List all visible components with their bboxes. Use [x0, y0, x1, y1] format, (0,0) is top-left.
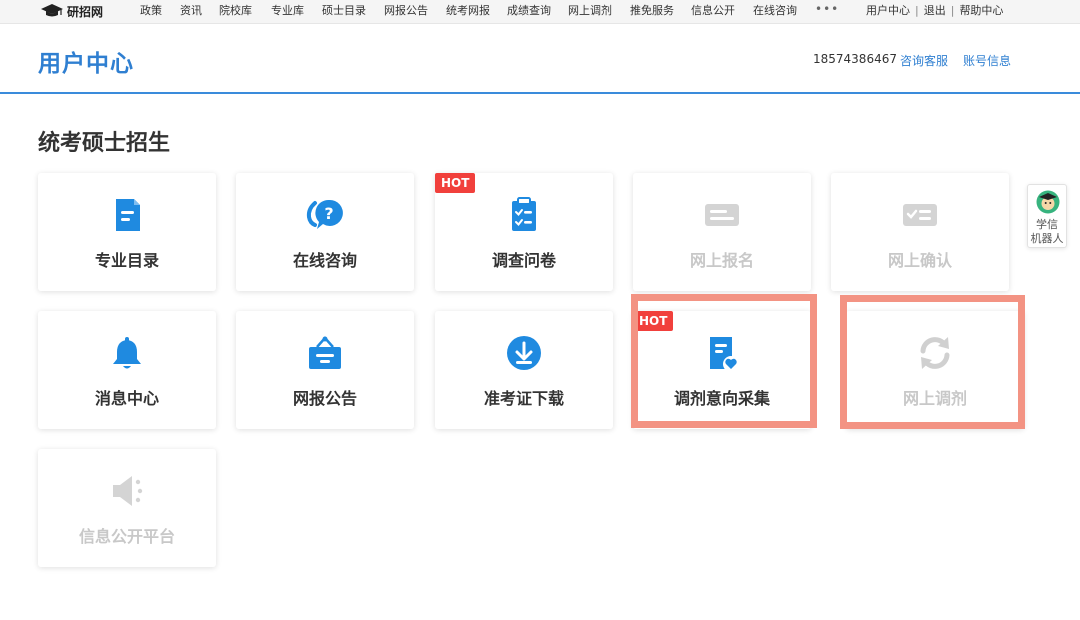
page-title: 用户中心	[38, 51, 134, 77]
hot-badge: HOT	[435, 173, 476, 193]
card-label: 网上确认	[887, 251, 952, 270]
nav-item-master-catalog[interactable]: 硕士目录	[322, 4, 366, 18]
nav-item-online-consult[interactable]: 在线咨询	[753, 4, 797, 18]
nav-item-score-query[interactable]: 成绩查询	[507, 4, 551, 18]
page-header: 用户中心 18574386467 咨询客服 账号信息	[0, 24, 1080, 94]
card-label: 信息公开平台	[78, 527, 175, 546]
card-online-consult[interactable]: ? 在线咨询	[236, 173, 414, 291]
card-label: 准考证下载	[483, 389, 564, 408]
clipboard-check-icon	[512, 197, 536, 231]
card-label: 专业目录	[94, 251, 159, 270]
graduation-cap-icon	[41, 4, 63, 17]
card-info-disclosure-platform[interactable]: 信息公开平台	[38, 449, 216, 567]
site-logo[interactable]: 研招网	[40, 2, 103, 20]
notice-board-icon	[309, 336, 341, 369]
top-navigation-bar: 研招网 政策 资讯 院校库 专业库 硕士目录 网报公告 统考网报 成绩查询 网上…	[0, 0, 1080, 24]
speaker-icon	[113, 476, 143, 506]
card-survey[interactable]: 调查问卷 HOT	[435, 173, 613, 291]
section-title: 统考硕士招生	[38, 131, 171, 156]
nav-item-schools[interactable]: 院校库	[219, 4, 252, 18]
hot-badge: HOT	[633, 311, 674, 331]
user-links: 用户中心 | 退出 | 帮助中心	[866, 4, 1003, 18]
card-icon	[705, 204, 739, 226]
bell-icon	[113, 337, 141, 369]
nav-item-majors[interactable]: 专业库	[271, 4, 304, 18]
card-check-icon	[903, 204, 937, 226]
separator: |	[950, 4, 955, 17]
user-phone: 18574386467	[813, 52, 897, 66]
card-admission-ticket-download[interactable]: 准考证下载	[435, 311, 613, 429]
user-center-link[interactable]: 用户中心	[866, 4, 910, 17]
svg-text:?: ?	[324, 204, 333, 223]
robot-label-line1: 学信	[1036, 218, 1058, 231]
nav-item-policy[interactable]: 政策	[140, 4, 162, 18]
card-label: 调查问卷	[491, 251, 556, 270]
nav-item-registration-notice[interactable]: 网报公告	[384, 4, 428, 18]
download-icon	[507, 336, 541, 370]
card-label: 网上调剂	[902, 389, 967, 408]
question-chat-icon: ?	[306, 199, 343, 229]
nav-item-recommendation[interactable]: 推免服务	[630, 4, 674, 18]
more-menu-icon[interactable]: •••	[815, 2, 839, 16]
nav-item-online-adjustment[interactable]: 网上调剂	[568, 4, 612, 18]
logout-link[interactable]: 退出	[924, 4, 946, 17]
card-message-center[interactable]: 消息中心	[38, 311, 216, 429]
robot-label-line2: 机器人	[1030, 232, 1064, 245]
card-registration-notice[interactable]: 网报公告	[236, 311, 414, 429]
card-adjustment-intent-collection[interactable]: 调剂意向采集 HOT	[633, 311, 811, 429]
xuexin-robot-button[interactable]: 学信 机器人	[1027, 184, 1067, 248]
card-label: 消息中心	[94, 389, 159, 408]
nav-item-info-disclosure[interactable]: 信息公开	[691, 4, 735, 18]
card-label: 调剂意向采集	[673, 389, 770, 408]
account-info-link[interactable]: 账号信息	[963, 52, 1011, 69]
help-center-link[interactable]: 帮助中心	[959, 4, 1003, 17]
document-heart-icon	[710, 337, 739, 372]
card-online-confirmation[interactable]: 网上确认	[831, 173, 1009, 291]
nav-item-exam-registration[interactable]: 统考网报	[446, 4, 490, 18]
card-online-registration[interactable]: 网上报名	[633, 173, 811, 291]
robot-avatar-icon	[1036, 190, 1060, 214]
logo-text: 研招网	[67, 4, 104, 19]
card-label: 在线咨询	[292, 251, 357, 270]
separator: |	[915, 4, 919, 17]
card-label: 网上报名	[689, 251, 754, 270]
refresh-icon	[920, 337, 950, 369]
customer-service-link[interactable]: 咨询客服	[900, 52, 948, 69]
document-icon	[116, 199, 140, 231]
card-major-catalog[interactable]: 专业目录	[38, 173, 216, 291]
card-online-adjustment[interactable]: 网上调剂	[846, 311, 1024, 429]
card-label: 网报公告	[292, 389, 357, 408]
nav-item-news[interactable]: 资讯	[180, 4, 202, 18]
